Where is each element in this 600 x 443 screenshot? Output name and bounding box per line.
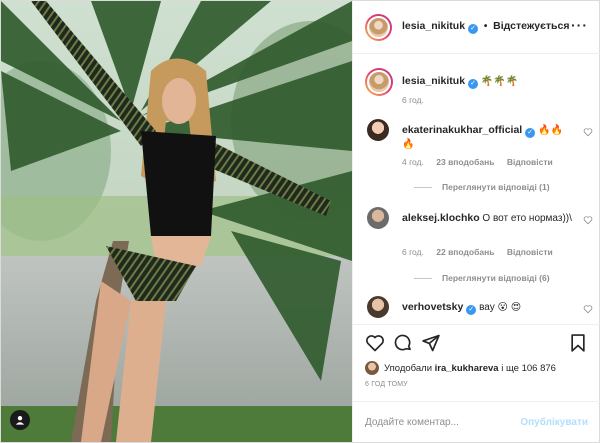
bookmark-icon[interactable] (568, 333, 588, 353)
caption-row: lesia_nikituk ✓ 🌴🌴🌴 6 год. (365, 68, 593, 118)
comment-heart-icon[interactable] (583, 304, 593, 314)
likes-prefix: Уподобали (384, 362, 433, 374)
view-replies-label: Переглянути відповіді (1) (442, 182, 550, 192)
post-photo[interactable] (1, 1, 352, 442)
comment-username[interactable]: aleksej.klochko (402, 212, 480, 224)
caption-body: 🌴🌴🌴 (480, 76, 519, 87)
comment-time[interactable]: 6 год. (402, 247, 424, 257)
comment-body: О вот ето нормаз))\ (482, 213, 572, 224)
caption-text: lesia_nikituk ✓ 🌴🌴🌴 (402, 75, 572, 89)
comment-row: verhovetsky ✓ вау 😮 😍 (365, 294, 593, 323)
likes-suffix[interactable]: і ще 106 876 (501, 363, 556, 374)
photo-illustration (1, 1, 352, 442)
replies-divider (414, 277, 432, 279)
paper-plane-icon[interactable] (421, 333, 441, 353)
more-horizontal-icon[interactable]: ··· (571, 18, 588, 32)
user-tag-icon (15, 416, 25, 425)
heart-icon[interactable] (365, 333, 385, 353)
commenter-avatar[interactable] (367, 207, 389, 229)
post-actions-bar (353, 324, 600, 362)
author-username[interactable]: lesia_nikituk (402, 20, 465, 32)
likes-summary[interactable]: Уподобали ira_kukhareva і ще 106 876 (365, 361, 556, 375)
commenter-avatar[interactable] (367, 296, 389, 318)
comment-row: ekaterinakukhar_official ✓ 🔥🔥🔥 4 год. 23 … (365, 117, 593, 197)
caption-time[interactable]: 6 год. (402, 95, 424, 105)
verified-badge-icon: ✓ (468, 79, 479, 89)
follow-state-button[interactable]: Відстежується (493, 20, 569, 32)
post-header: lesia_nikituk ✓ • Відстежується ··· (353, 1, 600, 54)
comment-likes[interactable]: 22 вподобань (436, 247, 494, 257)
verified-badge-icon: ✓ (525, 128, 536, 138)
verified-badge-icon: ✓ (466, 305, 477, 315)
comments-list: lesia_nikituk ✓ 🌴🌴🌴 6 год. ekaterinakukha… (353, 55, 600, 323)
liker-avatar (365, 361, 379, 375)
comment-meta: 6 год. 22 вподобань Відповісти (402, 247, 563, 257)
reply-button[interactable]: Відповісти (507, 157, 553, 167)
caption-avatar[interactable] (365, 68, 393, 96)
comment-text: aleksej.klochko О вот ето нормаз))\ (402, 212, 572, 225)
comment-text: ekaterinakukhar_official ✓ 🔥🔥🔥 (402, 124, 572, 151)
author-avatar[interactable] (365, 13, 392, 41)
caption-username[interactable]: lesia_nikituk (402, 75, 465, 87)
comment-icon[interactable] (393, 333, 413, 353)
post-side-panel: lesia_nikituk ✓ • Відстежується ··· lesia… (352, 1, 600, 442)
instagram-post: lesia_nikituk ✓ • Відстежується ··· lesia… (0, 0, 600, 443)
comment-username[interactable]: verhovetsky (402, 301, 463, 313)
publish-button[interactable]: Опублікувати (520, 417, 588, 428)
comment-heart-icon[interactable] (583, 127, 593, 137)
comment-body: вау 😮 😍 (479, 302, 522, 313)
comment-heart-icon[interactable] (583, 215, 593, 225)
commenter-avatar[interactable] (367, 119, 389, 141)
post-time-ago[interactable]: 6 ГОД ТОМУ (365, 381, 408, 388)
comment-text: verhovetsky ✓ вау 😮 😍 (402, 301, 572, 315)
comment-meta: 4 год. 23 вподобань Відповісти (402, 157, 563, 167)
comment-likes[interactable]: 23 вподобань (436, 157, 494, 167)
author-line: lesia_nikituk ✓ • Відстежується (402, 20, 569, 34)
caption-meta: 6 год. (402, 95, 434, 105)
replies-divider (414, 186, 432, 188)
reply-button[interactable]: Відповісти (507, 247, 553, 257)
add-comment-form: Опублікувати (353, 401, 600, 442)
view-replies-button[interactable]: Переглянути відповіді (1) (414, 182, 550, 192)
liker-username[interactable]: ira_kukhareva (435, 363, 499, 374)
user-tag-button[interactable] (10, 410, 30, 430)
comment-input[interactable] (365, 416, 521, 428)
header-separator: • (483, 21, 488, 32)
comment-row: aleksej.klochko О вот ето нормаз))\ 6 го… (365, 205, 593, 285)
view-replies-button[interactable]: Переглянути відповіді (6) (414, 273, 550, 283)
view-replies-label: Переглянути відповіді (6) (442, 273, 550, 283)
verified-badge-icon: ✓ (468, 24, 479, 34)
comment-time[interactable]: 4 год. (402, 157, 424, 167)
comment-username[interactable]: ekaterinakukhar_official (402, 124, 522, 136)
